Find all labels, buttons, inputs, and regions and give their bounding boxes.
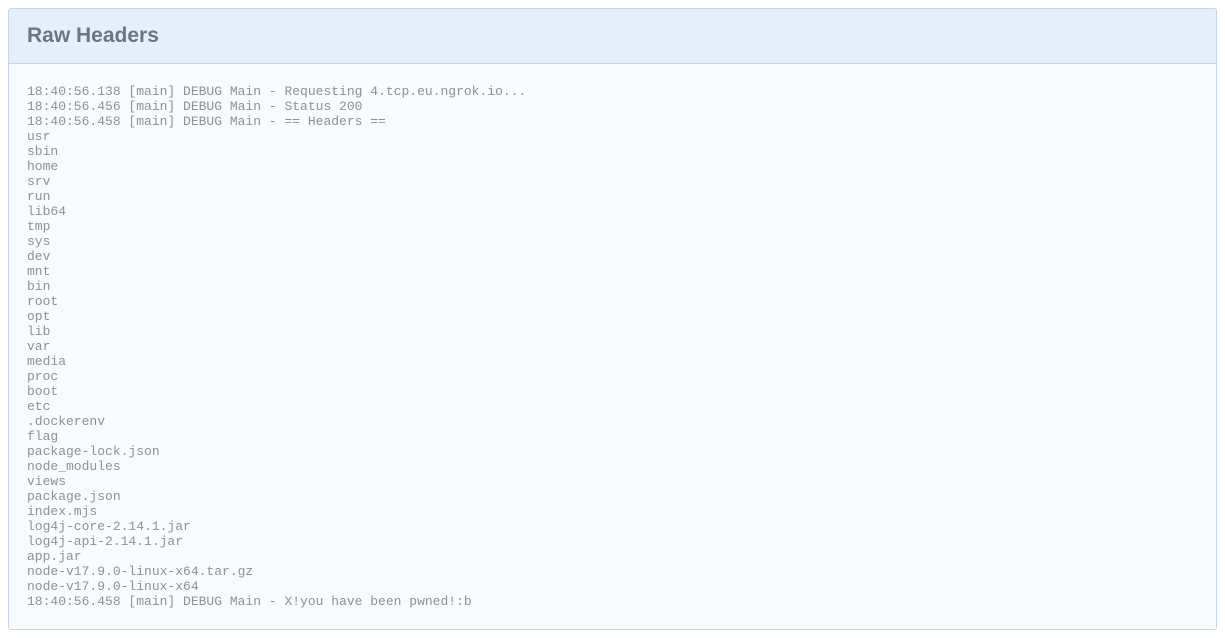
raw-headers-panel: Raw Headers 18:40:56.138 [main] DEBUG Ma…	[8, 8, 1217, 630]
panel-title: Raw Headers	[27, 24, 1198, 48]
panel-header: Raw Headers	[9, 9, 1216, 64]
panel-body: 18:40:56.138 [main] DEBUG Main - Request…	[9, 64, 1216, 629]
log-output: 18:40:56.138 [main] DEBUG Main - Request…	[27, 84, 1198, 609]
